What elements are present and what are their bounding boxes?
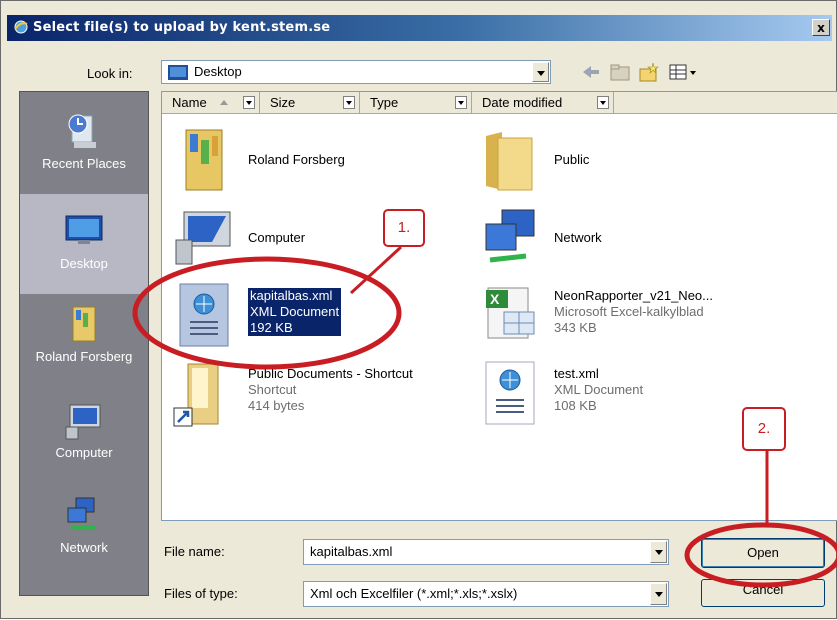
file-item-network[interactable]: Network [478,204,778,274]
network-icon [485,209,535,263]
look-in-value: Desktop [194,64,242,79]
file-name: Public [554,152,590,167]
svg-text:X: X [490,291,500,307]
file-type: Shortcut [248,382,297,397]
chevron-down-icon[interactable] [650,583,667,605]
place-desktop[interactable]: Desktop [20,194,148,294]
place-roland-forsberg[interactable]: Roland Forsberg [20,297,148,397]
file-name: Network [554,230,602,245]
sort-ascending-icon [220,100,228,105]
file-type-label: Files of type: [164,586,238,601]
file-type-dropdown[interactable]: Xml och Excelfiler (*.xml;*.xls;*.xslx) [303,581,669,607]
user-folder-icon [72,306,96,342]
place-label: Computer [55,445,113,460]
selected-file-label: kapitalbas.xml XML Document 192 KB [248,288,342,336]
chevron-down-icon[interactable] [532,62,549,82]
place-recent-places[interactable]: Recent Places [20,98,148,192]
file-name: test.xml [554,366,599,381]
user-folder-icon [185,129,223,191]
cancel-button-label: Cancel [742,582,784,597]
file-name: Roland Forsberg [248,152,345,167]
column-header-empty [614,92,837,114]
file-name: NeonRapporter_v21_Neo... [554,288,713,303]
chevron-down-icon[interactable] [243,96,255,109]
xml-document-icon [485,361,535,425]
column-header-date-modified[interactable]: Date modified [472,92,614,114]
up-folder-icon[interactable] [608,61,632,83]
file-item-public[interactable]: Public [478,126,778,196]
computer-icon [175,211,231,265]
place-computer[interactable]: Computer [20,397,148,477]
file-type: Microsoft Excel-kalkylblad [554,304,704,319]
title-bar[interactable]: Select file(s) to upload by kent.stem.se… [7,15,832,41]
file-size: 414 bytes [248,398,305,413]
network-icon [67,497,96,530]
chevron-down-icon[interactable] [650,541,667,563]
view-menu-icon[interactable] [667,61,701,83]
cancel-button[interactable]: Cancel [701,579,825,607]
file-item-public-documents-shortcut[interactable]: Public Documents - Shortcut Shortcut 414… [172,358,462,428]
open-button-label: Open [747,545,779,560]
file-size: 108 KB [554,398,597,413]
file-size: 192 KB [250,320,293,335]
folder-icon [486,132,533,191]
excel-icon: X [486,287,535,339]
column-header-size[interactable]: Size [260,92,360,114]
file-item-test-xml[interactable]: test.xml XML Document 108 KB [478,358,778,428]
file-name: Computer [248,230,306,245]
desktop-icon [168,65,188,80]
close-button[interactable]: x [812,19,830,36]
open-button[interactable]: Open [701,538,825,568]
file-type: XML Document [250,304,340,319]
column-header-name[interactable]: Name [162,92,260,114]
back-arrow-icon[interactable] [579,61,603,83]
annotation-step-1: 1. [383,209,425,247]
file-list[interactable]: Name Size Type Date modified Roland Fors… [161,91,837,521]
look-in-dropdown[interactable]: Desktop [161,60,551,84]
place-label: Roland Forsberg [35,349,133,364]
chevron-down-icon[interactable] [455,96,467,109]
xml-document-icon [179,283,229,347]
places-bar: Recent Places Desktop Roland Forsberg Co… [19,91,149,596]
place-label: Network [60,540,108,555]
browser-icon [14,20,28,34]
file-item-roland-forsberg[interactable]: Roland Forsberg [172,126,462,196]
place-label: Recent Places [42,156,126,171]
file-type: XML Document [554,382,644,397]
window-title: Select file(s) to upload by kent.stem.se [33,20,331,35]
file-name: kapitalbas.xml [250,288,333,303]
chevron-down-icon[interactable] [343,96,355,109]
file-name-input[interactable]: kapitalbas.xml [303,539,669,565]
file-name: Public Documents - Shortcut [248,366,413,381]
file-name-label: File name: [164,544,225,559]
recent-places-icon [68,114,96,148]
file-upload-dialog: Select file(s) to upload by kent.stem.se… [0,0,837,619]
desktop-icon [65,215,103,244]
shortcut-folder-icon [173,363,219,427]
column-header-type[interactable]: Type [360,92,472,114]
file-item-neonrapporter[interactable]: X NeonRapporter_v21_Neo... Microsoft Exc… [478,280,830,350]
file-type-value: Xml och Excelfiler (*.xml;*.xls;*.xslx) [310,586,518,601]
new-folder-icon[interactable] [637,61,661,83]
file-size: 343 KB [554,320,597,335]
annotation-step-2: 2. [742,407,786,451]
look-in-label: Look in: [87,66,133,81]
place-label: Desktop [60,256,108,271]
computer-icon [65,404,101,440]
file-name-value: kapitalbas.xml [310,544,393,559]
file-item-kapitalbas-xml[interactable]: kapitalbas.xml XML Document 192 KB [172,280,462,350]
place-network[interactable]: Network [20,492,148,572]
chevron-down-icon[interactable] [597,96,609,109]
